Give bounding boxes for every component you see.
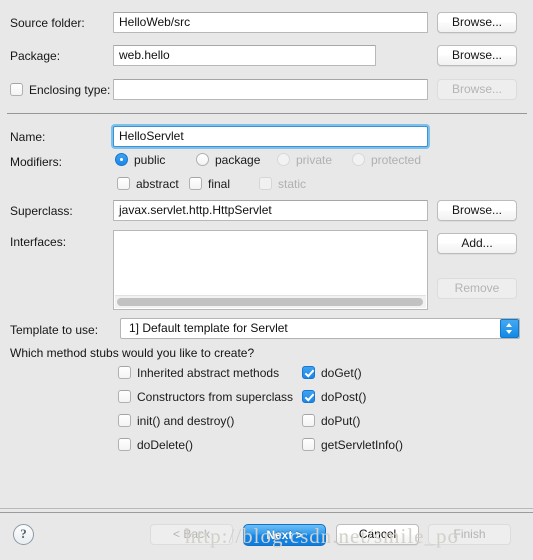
superclass-browse-button[interactable]: Browse... (437, 200, 517, 221)
checkbox-inherited-abstract-methods-label: Inherited abstract methods (137, 366, 280, 380)
interfaces-remove-button: Remove (437, 278, 517, 299)
superclass-row: Superclass: javax.servlet.http.HttpServl… (0, 200, 533, 222)
source-folder-label: Source folder: (10, 16, 85, 30)
create-servlet-dialog: Source folder: HelloWeb/src Browse... Pa… (0, 0, 533, 560)
interfaces-hscrollbar[interactable] (115, 295, 426, 308)
name-input[interactable]: HelloServlet (113, 126, 428, 147)
checkbox-dopost-label: doPost() (321, 390, 367, 404)
template-combobox[interactable]: 1] Default template for Servlet (120, 318, 520, 339)
cancel-button[interactable]: Cancel (336, 524, 419, 545)
package-row: Package: web.hello Browse... (0, 45, 533, 67)
checkbox-init-and-destroy-label: init() and destroy() (137, 414, 235, 428)
finish-button: Finish (428, 524, 511, 545)
superclass-input[interactable]: javax.servlet.http.HttpServlet (113, 200, 428, 221)
checkbox-static-indicator (259, 177, 272, 190)
checkbox-doput-indicator[interactable] (302, 414, 315, 427)
interfaces-hscrollbar-thumb[interactable] (117, 298, 423, 306)
name-label: Name: (10, 130, 46, 144)
source-folder-input[interactable]: HelloWeb/src (113, 12, 428, 33)
package-input[interactable]: web.hello (113, 45, 376, 66)
checkbox-doput-label: doPut() (321, 414, 361, 428)
checkbox-getservletinfo-label: getServletInfo() (321, 438, 404, 452)
checkbox-abstract-label: abstract (136, 177, 179, 191)
radio-private-indicator (277, 153, 290, 166)
checkbox-final-label: final (208, 177, 231, 191)
checkbox-abstract-indicator[interactable] (117, 177, 130, 190)
interfaces-listbox[interactable] (113, 230, 428, 310)
enclosing-type-input[interactable] (113, 79, 428, 100)
checkbox-getservletinfo-indicator[interactable] (302, 438, 315, 451)
divider-footer (0, 512, 533, 513)
radio-private-label: private (296, 153, 333, 167)
checkbox-dopost-indicator[interactable] (302, 390, 315, 403)
modifiers-row: Modifiers: (0, 151, 533, 173)
enclosing-type-browse-button: Browse... (437, 79, 517, 100)
checkbox-static-label: static (278, 177, 307, 191)
radio-protected-label: protected (371, 153, 422, 167)
checkbox-constructors-from-superclass-label: Constructors from superclass (137, 390, 294, 404)
method-stubs-question: Which method stubs would you like to cre… (10, 346, 255, 360)
radio-protected-indicator (352, 153, 365, 166)
enclosing-type-checkbox[interactable] (10, 83, 23, 96)
source-folder-browse-button[interactable]: Browse... (437, 12, 517, 33)
checkbox-final-indicator[interactable] (189, 177, 202, 190)
chevron-updown-icon[interactable] (500, 319, 519, 338)
radio-public-indicator[interactable] (115, 153, 128, 166)
radio-package-label: package (215, 153, 261, 167)
modifiers-label: Modifiers: (10, 155, 63, 169)
checkbox-doget-indicator[interactable] (302, 366, 315, 379)
enclosing-type-label: Enclosing type: (29, 83, 111, 97)
enclosing-type-row: Enclosing type: Browse... (0, 79, 533, 101)
source-folder-row: Source folder: HelloWeb/src Browse... (0, 12, 533, 34)
interfaces-label: Interfaces: (10, 235, 67, 249)
checkbox-dodelete-label: doDelete() (137, 438, 194, 452)
checkbox-dodelete-indicator[interactable] (118, 438, 131, 451)
checkbox-inherited-abstract-methods-indicator[interactable] (118, 366, 131, 379)
next-button[interactable]: Next > (243, 524, 326, 546)
help-icon[interactable]: ? (13, 524, 34, 545)
template-label: Template to use: (10, 323, 99, 337)
interfaces-add-button[interactable]: Add... (437, 233, 517, 254)
back-button: < Back (150, 524, 233, 545)
radio-public-label: public (134, 153, 166, 167)
checkbox-doget-label: doGet() (321, 366, 362, 380)
checkbox-constructors-from-superclass-indicator[interactable] (118, 390, 131, 403)
name-row: Name: HelloServlet (0, 126, 533, 148)
checkbox-init-and-destroy-indicator[interactable] (118, 414, 131, 427)
template-combobox-value: 1] Default template for Servlet (129, 321, 288, 335)
radio-package-indicator[interactable] (196, 153, 209, 166)
superclass-label: Superclass: (10, 204, 73, 218)
package-browse-button[interactable]: Browse... (437, 45, 517, 66)
package-label: Package: (10, 49, 61, 63)
divider-top (7, 113, 527, 114)
divider-footer-top (0, 508, 533, 509)
